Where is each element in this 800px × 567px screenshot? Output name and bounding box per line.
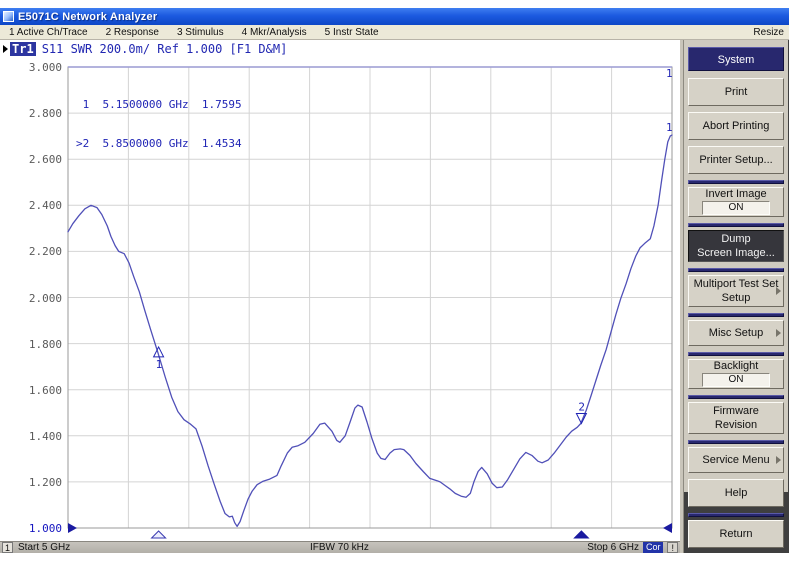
y-axis-tick-label: 2.400: [2, 199, 62, 212]
window-titlebar[interactable]: E5071C Network Analyzer: [0, 8, 789, 25]
trace-end-number: 1: [666, 121, 673, 134]
y-axis-tick-label: 2.600: [2, 153, 62, 166]
softkey-label-line2: Setup: [689, 291, 783, 305]
softkey-service-menu[interactable]: Service Menu: [688, 447, 784, 473]
channel-badge: 1: [2, 542, 13, 553]
softkey-misc-setup[interactable]: Misc Setup: [688, 320, 784, 346]
softkey-label: Dump: [689, 232, 783, 246]
app-icon: [3, 11, 14, 22]
softkey-group-separator: [688, 440, 784, 444]
start-frequency-label: Start 5 GHz: [18, 542, 70, 553]
softkey-abort-printing[interactable]: Abort Printing: [688, 112, 784, 140]
alert-badge[interactable]: !: [667, 542, 678, 553]
y-axis-tick-label: 1.400: [2, 430, 62, 443]
softkey-group-separator: [688, 180, 784, 184]
softkey-group-separator: [688, 268, 784, 272]
menu-item-active-ch-trace[interactable]: 1 Active Ch/Trace: [0, 27, 97, 38]
softkey-multiport-test-set[interactable]: Multiport Test SetSetup: [688, 275, 784, 307]
y-axis-tick-label: 3.000: [2, 61, 62, 74]
softkey-label-line2: Screen Image...: [689, 246, 783, 260]
menu-item-mkr-analysis[interactable]: 4 Mkr/Analysis: [233, 27, 316, 38]
softkey-return[interactable]: Return: [688, 520, 784, 548]
marker2-readout-row: >2 5.8500000 GHz 1.4534: [76, 137, 242, 150]
softkey-label: Multiport Test Set: [689, 277, 783, 291]
menu-item-stimulus[interactable]: 3 Stimulus: [168, 27, 233, 38]
menu-bar: 1 Active Ch/Trace 2 Response 3 Stimulus …: [0, 25, 789, 40]
status-bar: 1 Start 5 GHz IFBW 70 kHz Stop 6 GHz Cor…: [0, 541, 680, 553]
softkey-group-separator: [688, 395, 784, 399]
softkey-label: Backlight: [689, 360, 783, 372]
submenu-arrow-icon: [776, 329, 781, 337]
analyzer-window: E5071C Network Analyzer 1 Active Ch/Trac…: [0, 8, 789, 553]
y-axis-tick-label: 1.200: [2, 476, 62, 489]
softkey-group-separator: [688, 352, 784, 356]
softkey-label: Misc Setup: [689, 327, 783, 339]
softkey-label: Invert Image: [689, 188, 783, 200]
softkey-toggle-state: ON: [702, 373, 770, 387]
softkey-group-separator: [688, 513, 784, 517]
marker-2-number: 2: [578, 400, 585, 413]
ref-level-right-triangle[interactable]: [663, 523, 672, 533]
softkey-toggle-state: ON: [702, 201, 770, 215]
marker-readout-table: 1 5.1500000 GHz 1.7595 >2 5.8500000 GHz …: [76, 72, 242, 176]
trace-status-line: Tr1 S11 SWR 200.0m/ Ref 1.000 [F1 D&M]: [3, 42, 287, 56]
softkey-label: Return: [689, 528, 783, 540]
submenu-arrow-icon: [776, 456, 781, 464]
softkey-backlight[interactable]: BacklightON: [688, 359, 784, 389]
softkey-printer-setup[interactable]: Printer Setup...: [688, 146, 784, 174]
submenu-arrow-icon: [776, 287, 781, 295]
stop-frequency-label: Stop 6 GHz: [587, 542, 639, 553]
menu-item-instr-state[interactable]: 5 Instr State: [316, 27, 388, 38]
softkey-group-separator: [688, 223, 784, 227]
y-axis-tick-label: 1.800: [2, 338, 62, 351]
softkey-label: Help: [689, 487, 783, 499]
softkey-label: Print: [689, 86, 783, 98]
softkey-label: Firmware: [689, 404, 783, 418]
softkey-label: Printer Setup...: [689, 154, 783, 166]
softkey-dump[interactable]: DumpScreen Image...: [688, 230, 784, 262]
softkey-label-line2: Revision: [689, 418, 783, 432]
softkey-firmware[interactable]: FirmwareRevision: [688, 402, 784, 434]
ifbw-indicator: IFBW 70 kHz: [310, 542, 369, 553]
y-axis-tick-label: 2.800: [2, 107, 62, 120]
softkey-invert-image[interactable]: Invert ImageON: [688, 187, 784, 217]
window-title: E5071C Network Analyzer: [18, 11, 157, 23]
softkey-column: System Print Abort Printing Printer Setup.…: [684, 40, 788, 492]
active-trace-arrow-icon: [3, 45, 8, 53]
softkey-sidebar: System Print Abort Printing Printer Setup.…: [680, 40, 789, 553]
menu-resize[interactable]: Resize: [753, 27, 789, 38]
softkey-group-separator: [688, 313, 784, 317]
menu-item-response[interactable]: 2 Response: [97, 27, 168, 38]
marker-1-number: 1: [156, 358, 163, 371]
y-axis-tick-label: 2.000: [2, 292, 62, 305]
softkey-label: Abort Printing: [689, 120, 783, 132]
softkey-menu-title: System: [688, 47, 784, 71]
y-axis-tick-label: 1.600: [2, 384, 62, 397]
y-axis-tick-label: 2.200: [2, 245, 62, 258]
marker-2-stimulus-triangle[interactable]: [574, 531, 588, 538]
trace1-settings-text: S11 SWR 200.0m/ Ref 1.000 [F1 D&M]: [42, 42, 288, 56]
trace-corner-number: 1: [666, 67, 673, 80]
plot-region: 1 1 1 2 3.000 2.800 2.600 2.400 2.200 2.000 1.800…: [0, 40, 680, 541]
trace1-badge[interactable]: Tr1: [10, 42, 36, 56]
ref-level-left-triangle[interactable]: [68, 523, 77, 533]
softkey-help[interactable]: Help: [688, 479, 784, 507]
softkey-print[interactable]: Print: [688, 78, 784, 106]
marker-1-stimulus-triangle[interactable]: [152, 531, 166, 538]
softkey-label: Service Menu: [689, 454, 783, 466]
y-axis-reference-label: 1.000: [2, 522, 62, 535]
correction-badge: Cor: [643, 542, 664, 553]
marker1-readout-row: 1 5.1500000 GHz 1.7595: [76, 98, 242, 111]
